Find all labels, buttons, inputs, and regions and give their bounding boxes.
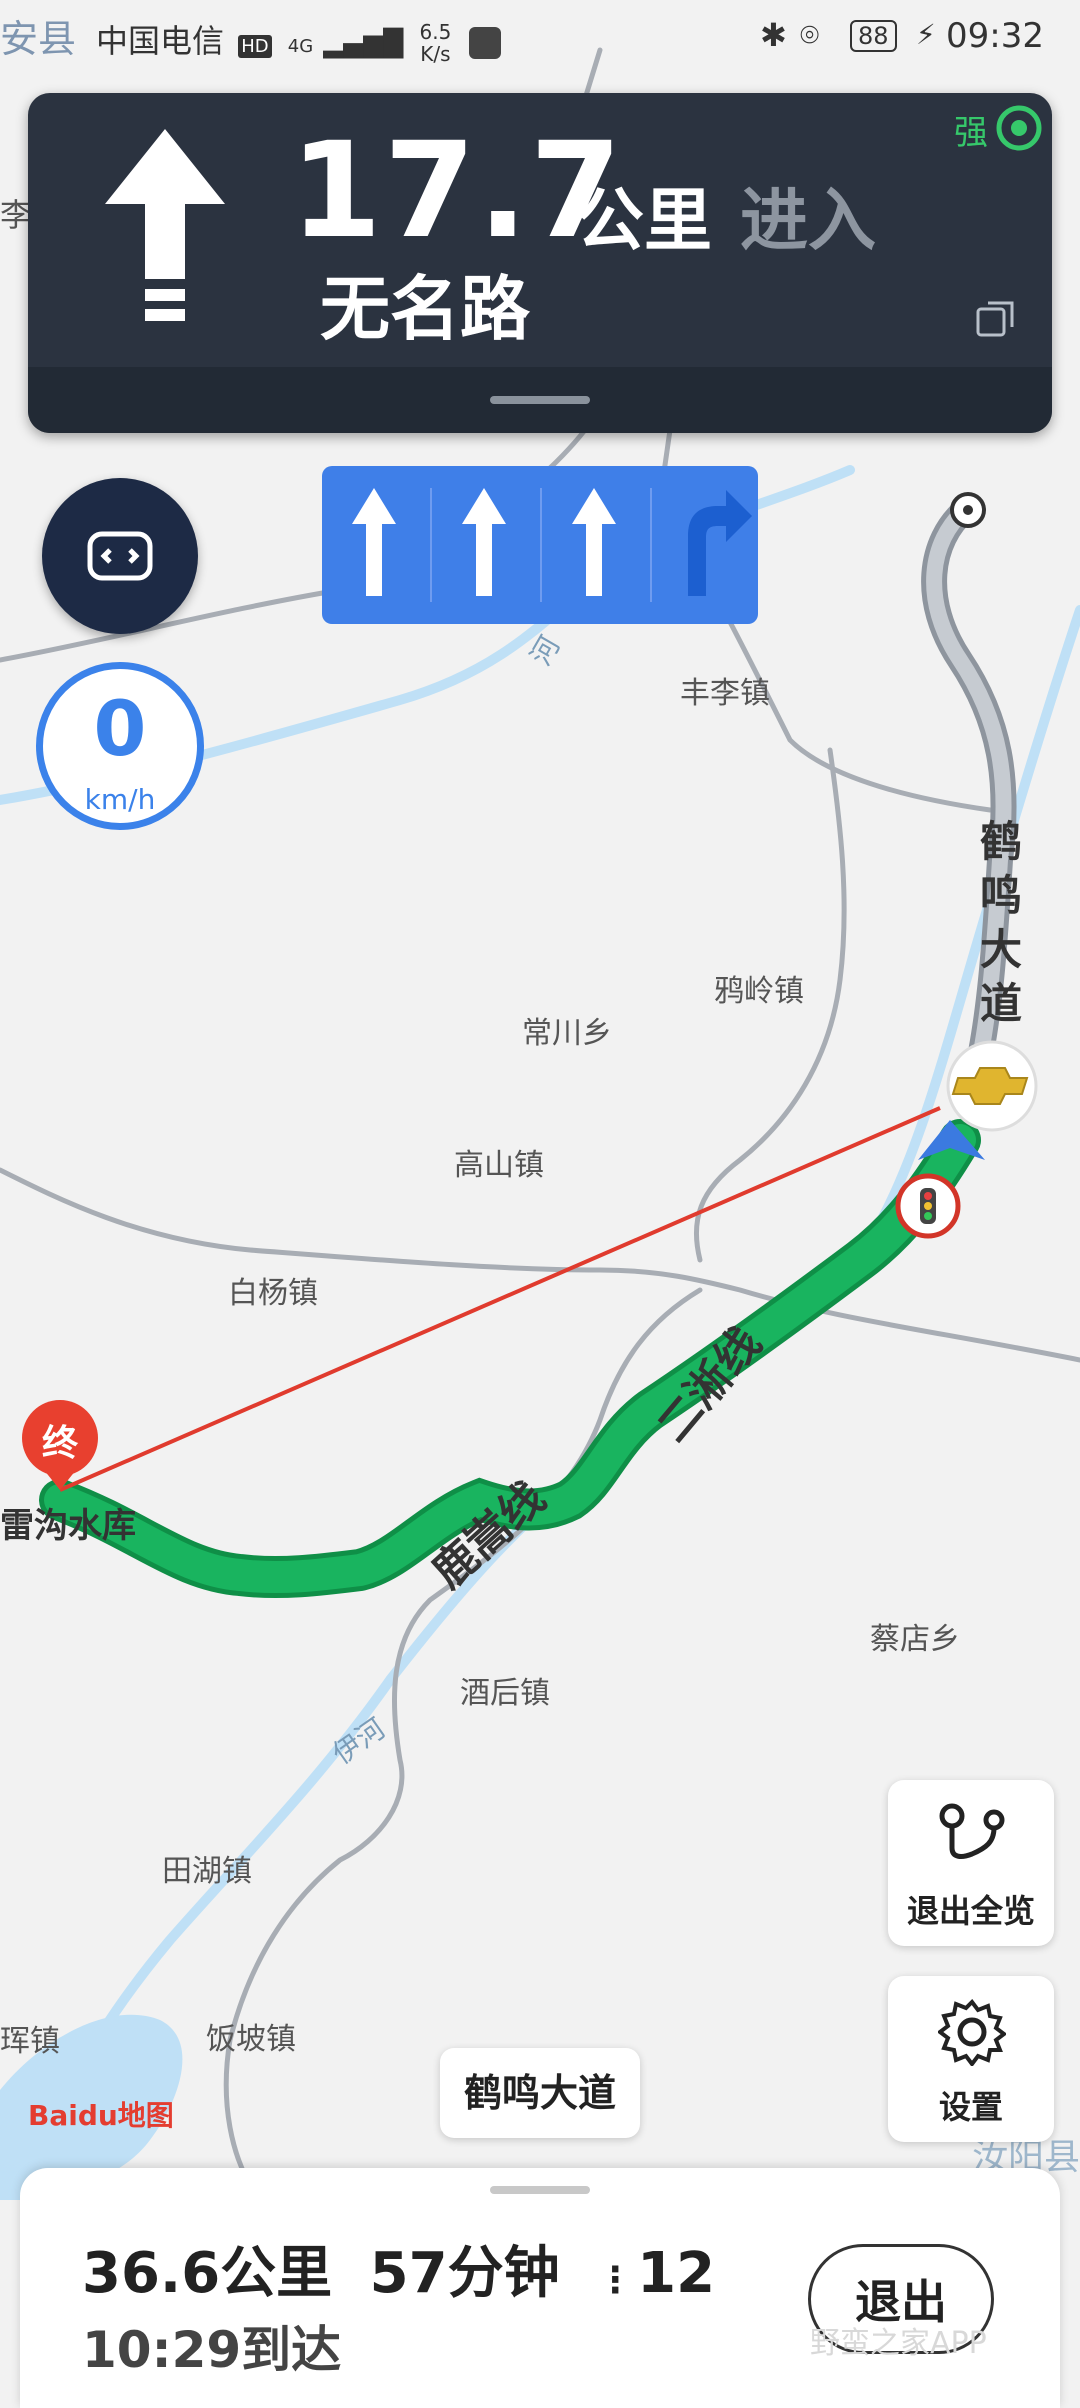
carrier-name: 中国电信 bbox=[96, 22, 225, 60]
dashboard-icon bbox=[87, 531, 153, 581]
lane-straight-arrow-icon-3 bbox=[572, 488, 616, 596]
speedometer: 0 km/h bbox=[36, 662, 204, 830]
speed-value: 0 bbox=[93, 684, 147, 773]
exit-overview-label: 退出全览 bbox=[906, 1892, 1035, 1930]
location-icon: ⌾ bbox=[800, 16, 820, 54]
destination-marker-label: 终 bbox=[41, 1423, 78, 1464]
lane-guidance bbox=[322, 466, 758, 624]
exit-overview-button[interactable]: 退出全览 bbox=[888, 1780, 1054, 1946]
map-label-caidian: 蔡店乡 bbox=[870, 1622, 960, 1657]
distance-unit: 公里 bbox=[576, 182, 713, 261]
current-road-chip: 鹤鸣大道 bbox=[440, 2048, 640, 2138]
hd-badge: HD bbox=[238, 35, 272, 58]
clock: 09:32 bbox=[946, 16, 1044, 56]
copy-window-icon[interactable] bbox=[974, 297, 1018, 341]
network-type: 4G bbox=[287, 36, 314, 57]
straight-arrow-icon bbox=[105, 129, 225, 321]
lane-straight-arrow-icon-1 bbox=[352, 488, 396, 596]
distance-value: 17.7 bbox=[290, 114, 624, 268]
traffic-light-count-icon: ⋮ bbox=[597, 2260, 634, 2301]
gps-signal-label: 强 bbox=[954, 113, 988, 153]
net-speed-unit: K/s bbox=[420, 42, 451, 66]
lane-straight-arrow-icon-2 bbox=[462, 488, 506, 596]
trip-summary-panel[interactable]: 36.6公里 57分钟 ⋮12 10:29到达 退出 bbox=[20, 2168, 1060, 2408]
map-label-reservoir: 雷沟水库 bbox=[0, 1506, 136, 1546]
status-left: 中国电信 HD 4G ▂▄▆█ 6.5 K/s bbox=[96, 16, 502, 65]
app-notification-icon bbox=[469, 27, 502, 59]
signal-bars-icon: ▂▄▆█ bbox=[323, 29, 404, 59]
trip-stats: 36.6公里 57分钟 ⋮12 bbox=[82, 2228, 733, 2309]
map-label-fengli: 丰李镇 bbox=[680, 676, 770, 711]
next-road-name: 无名路 bbox=[320, 268, 530, 350]
map-label-changchuan: 常川乡 bbox=[522, 1016, 612, 1051]
route-overview-icon bbox=[939, 1803, 1005, 1859]
arrival-time: 10:29到达 bbox=[82, 2321, 342, 2379]
lane-right-turn-arrow-icon bbox=[688, 490, 752, 596]
map-label-gaoshan: 高山镇 bbox=[454, 1148, 544, 1183]
gear-icon bbox=[938, 1998, 1006, 2066]
bluetooth-icon: ✱ bbox=[760, 16, 787, 54]
net-speed: 6.5 K/s bbox=[420, 21, 452, 65]
traffic-light-count: 12 bbox=[637, 2241, 716, 2306]
lane-arrows bbox=[352, 488, 752, 602]
map-label-baiyang: 白杨镇 bbox=[228, 1276, 318, 1311]
battery-indicator: 88 bbox=[850, 20, 897, 52]
settings-label: 设置 bbox=[938, 2088, 1003, 2126]
turn-action: 进入 bbox=[740, 182, 877, 261]
settings-button[interactable]: 设置 bbox=[888, 1976, 1054, 2142]
baidu-map-logo: Baidu地图 bbox=[28, 2099, 174, 2132]
traffic-light-icon bbox=[895, 1173, 961, 1239]
panel-drag-handle[interactable] bbox=[490, 2186, 590, 2194]
status-bar: 中国电信 HD 4G ▂▄▆█ 6.5 K/s ✱ ⌾ 88 ⚡ 09:32 bbox=[0, 0, 1080, 80]
banner-drag-handle[interactable] bbox=[490, 396, 590, 404]
charging-icon: ⚡ bbox=[916, 18, 936, 51]
driving-mode-button[interactable] bbox=[42, 478, 198, 634]
gps-signal-icon bbox=[996, 105, 1042, 151]
map-label-fanpo: 饭坡镇 bbox=[206, 2022, 296, 2057]
watermark: 野蛮之家APP bbox=[810, 2326, 987, 2361]
net-speed-value: 6.5 bbox=[419, 20, 452, 44]
map-label-hui-town: 珲镇 bbox=[0, 2024, 60, 2059]
map-label-tianhu: 田湖镇 bbox=[162, 1854, 252, 1889]
navigation-banner[interactable]: 17.7 公里 进入 无名路 强 bbox=[28, 93, 1052, 433]
trip-duration: 57分钟 bbox=[369, 2241, 560, 2306]
map-label-yaling: 鸦岭镇 bbox=[714, 974, 804, 1009]
trip-distance: 36.6公里 bbox=[82, 2241, 333, 2306]
start-point-dot bbox=[963, 505, 973, 515]
status-right: ✱ ⌾ 88 ⚡ 09:32 bbox=[700, 16, 1080, 64]
map-label-jiuhou: 酒后镇 bbox=[460, 1676, 550, 1711]
map-label-heming-road: 鹤鸣大道 bbox=[980, 817, 1023, 1028]
speed-unit: km/h bbox=[84, 783, 156, 816]
